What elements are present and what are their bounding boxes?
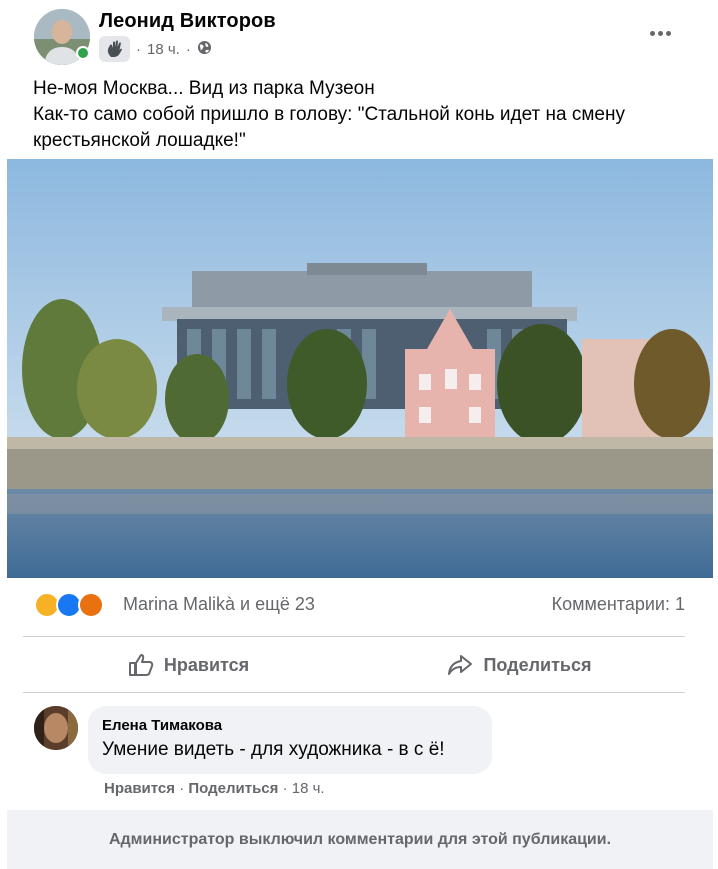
post-text: Не-моя Москва... Вид из парка Музеон Как… [33, 76, 693, 154]
waving-hand-icon [99, 36, 130, 62]
angry-reaction-icon [78, 592, 104, 618]
share-label: Поделиться [483, 654, 592, 675]
comment-text: Умение видеть - для художника - в с ё! [102, 739, 445, 760]
reactions-summary: Marina Malikà и ещё 23 Комментарии: 1 [7, 584, 713, 628]
post-actions: Нравится Поделиться [23, 638, 685, 692]
separator-dot: · [175, 780, 189, 797]
more-dot-icon [657, 30, 663, 36]
like-label: Нравится [163, 654, 250, 675]
post-meta: · 18 ч. · [99, 36, 212, 62]
commenter-name[interactable]: Елена Тимакова [102, 717, 478, 734]
comment-share-link[interactable]: Поделиться [188, 780, 278, 797]
online-status-indicator [76, 46, 90, 60]
comment-time[interactable]: 18 ч. [292, 780, 325, 797]
share-arrow-icon [448, 655, 473, 675]
facebook-post: Леонид Викторов · 18 ч. · Не-моя Москва.… [7, 0, 713, 869]
post-photo[interactable] [7, 159, 713, 578]
comment-like-link[interactable]: Нравится [104, 780, 175, 797]
like-button[interactable]: Нравится [23, 638, 354, 692]
separator-dot: · [278, 780, 292, 797]
divider [23, 636, 685, 637]
comments-disabled-notice: Администратор выключил комментарии для э… [7, 810, 713, 869]
share-button[interactable]: Поделиться [354, 638, 685, 692]
post-author-name[interactable]: Леонид Викторов [99, 10, 276, 33]
separator-dot: · [185, 40, 191, 58]
post-text-line: Не-моя Москва... Вид из парка Музеон [33, 78, 375, 99]
comment-bubble: Елена Тимакова Умение видеть - для худож… [88, 706, 492, 774]
more-dot-icon [649, 30, 655, 36]
post-text-line: крестьянской лошадке!" [33, 130, 246, 151]
more-dot-icon [665, 30, 671, 36]
reaction-icons[interactable] [34, 592, 114, 618]
comment-actions: Нравится · Поделиться · 18 ч. [104, 780, 325, 797]
globe-icon[interactable] [197, 40, 212, 59]
post-text-line: Как-то само собой пришло в голову: "Стал… [33, 104, 625, 125]
comments-count[interactable]: Комментарии: 1 [552, 594, 685, 615]
thumbs-up-icon [128, 654, 154, 676]
post-time[interactable]: 18 ч. [147, 41, 180, 58]
commenter-avatar[interactable] [34, 706, 78, 750]
reactions-names[interactable]: Marina Malikà и ещё 23 [123, 594, 315, 615]
separator-dot: · [136, 40, 141, 58]
more-options-button[interactable] [643, 20, 677, 46]
divider [23, 692, 685, 693]
